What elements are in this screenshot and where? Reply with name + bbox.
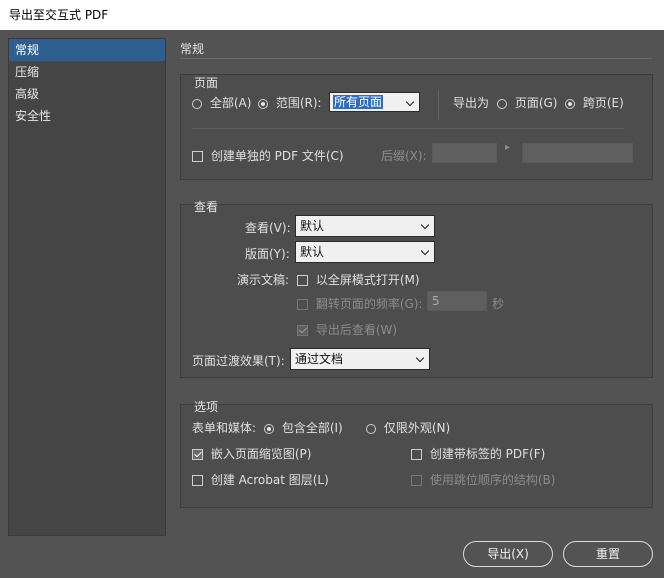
pages-group-label: 页面 xyxy=(194,76,219,90)
view-dropdown[interactable]: 默认 xyxy=(295,215,435,237)
section-title: 常规 xyxy=(180,42,205,56)
embed-thumbnails-checkbox[interactable] xyxy=(192,449,203,460)
all-pages-radio[interactable] xyxy=(192,98,202,109)
seconds-label: 秒 xyxy=(492,297,505,311)
spreads-radio[interactable] xyxy=(565,98,575,109)
sidebar: 常规 压缩 高级 安全性 xyxy=(8,38,166,536)
separate-pdf-checkbox[interactable] xyxy=(192,151,203,162)
flip-pages-option[interactable]: 翻转页面的频率(G): xyxy=(297,295,423,312)
fullscreen-option[interactable]: 以全屏模式打开(M) xyxy=(297,271,420,288)
view-after-export-label: 导出后查看(W) xyxy=(315,323,398,337)
reset-button[interactable]: 重置 xyxy=(563,541,653,567)
spreads-export-option[interactable]: 跨页(E) xyxy=(565,94,624,111)
tagged-pdf-option[interactable]: 创建带标签的 PDF(F) xyxy=(411,445,545,462)
range-label: 范围(R): xyxy=(275,96,322,110)
suffix-input[interactable] xyxy=(432,143,497,163)
export-button[interactable]: 导出(X) xyxy=(463,541,553,567)
pages-radio[interactable] xyxy=(497,98,507,109)
separate-pdf-option[interactable]: 创建单独的 PDF 文件(C) xyxy=(192,147,344,164)
flip-pages-label: 翻转页面的频率(G): xyxy=(315,297,423,311)
flip-seconds-input[interactable]: 5 xyxy=(427,291,487,311)
layout-value: 默认 xyxy=(300,245,325,259)
range-value: 所有页面 xyxy=(333,95,384,109)
layout-label: 版面(Y): xyxy=(245,247,290,261)
export-as-divider xyxy=(438,90,439,120)
appearance-only-label: 仅限外观(N) xyxy=(383,421,451,435)
pages-divider xyxy=(192,128,624,129)
tagged-pdf-label: 创建带标签的 PDF(F) xyxy=(429,447,546,461)
spreads-option-label: 跨页(E) xyxy=(582,96,624,110)
tab-order-option[interactable]: 使用跳位顺序的结构(B) xyxy=(411,471,555,488)
embed-thumbnails-option[interactable]: 嵌入页面缩览图(P) xyxy=(192,445,311,462)
sidebar-item-compression[interactable]: 压缩 xyxy=(9,61,165,83)
chevron-down-icon xyxy=(420,220,430,230)
flip-seconds-value: 5 xyxy=(432,294,440,308)
all-pages-label: 全部(A) xyxy=(209,96,252,110)
chevron-down-icon xyxy=(420,246,430,256)
pages-group xyxy=(180,74,653,180)
flip-pages-checkbox[interactable] xyxy=(297,299,308,310)
sidebar-item-general[interactable]: 常规 xyxy=(9,39,165,61)
export-as-label: 导出为 xyxy=(453,96,490,110)
window-title: 导出至交互式 PDF xyxy=(0,0,664,30)
acrobat-layers-option[interactable]: 创建 Acrobat 图层(L) xyxy=(192,471,329,488)
tab-order-label: 使用跳位顺序的结构(B) xyxy=(429,473,556,487)
transition-label: 页面过渡效果(T): xyxy=(192,354,285,368)
all-pages-option[interactable]: 全部(A) xyxy=(192,94,251,111)
transition-dropdown[interactable]: 通过文档 xyxy=(290,348,430,370)
view-value: 默认 xyxy=(300,219,325,233)
chevron-down-icon xyxy=(415,353,425,363)
pages-export-option[interactable]: 页面(G) xyxy=(497,94,558,111)
suffix-label: 后缀(X): xyxy=(381,149,427,163)
appearance-only-option[interactable]: 仅限外观(N) xyxy=(366,419,450,436)
sidebar-item-advanced[interactable]: 高级 xyxy=(9,83,165,105)
view-after-export-checkbox[interactable] xyxy=(297,325,308,336)
presentation-label: 演示文稿: xyxy=(237,273,290,287)
sidebar-item-security[interactable]: 安全性 xyxy=(9,105,165,127)
acrobat-layers-checkbox[interactable] xyxy=(192,475,203,486)
pages-option-label: 页面(G) xyxy=(514,96,558,110)
tab-order-checkbox[interactable] xyxy=(411,475,422,486)
separate-pdf-label: 创建单独的 PDF 文件(C) xyxy=(210,149,344,163)
acrobat-layers-label: 创建 Acrobat 图层(L) xyxy=(210,473,329,487)
suffix-token-input[interactable] xyxy=(522,143,633,163)
transition-value: 通过文档 xyxy=(295,352,344,366)
fullscreen-label: 以全屏模式打开(M) xyxy=(315,273,420,287)
view-group-label: 查看 xyxy=(194,200,219,214)
range-option[interactable]: 范围(R): xyxy=(258,94,322,111)
title-divider xyxy=(180,58,652,59)
range-radio[interactable] xyxy=(258,98,268,109)
include-all-radio[interactable] xyxy=(264,423,274,434)
include-all-label: 包含全部(I) xyxy=(281,421,343,435)
fullscreen-checkbox[interactable] xyxy=(297,275,308,286)
chevron-down-icon xyxy=(405,97,415,107)
view-after-export-option[interactable]: 导出后查看(W) xyxy=(297,321,397,338)
layout-dropdown[interactable]: 默认 xyxy=(295,241,435,263)
options-group-label: 选项 xyxy=(194,400,219,414)
range-dropdown[interactable]: 所有页面 xyxy=(329,92,420,112)
embed-thumbnails-label: 嵌入页面缩览图(P) xyxy=(210,447,312,461)
tagged-pdf-checkbox[interactable] xyxy=(411,449,422,460)
suffix-arrow-icon: ▸ xyxy=(505,142,511,153)
view-label: 查看(V): xyxy=(245,221,291,235)
include-all-option[interactable]: 包含全部(I) xyxy=(264,419,343,436)
forms-media-label: 表单和媒体: xyxy=(192,421,257,435)
appearance-only-radio[interactable] xyxy=(366,423,376,434)
